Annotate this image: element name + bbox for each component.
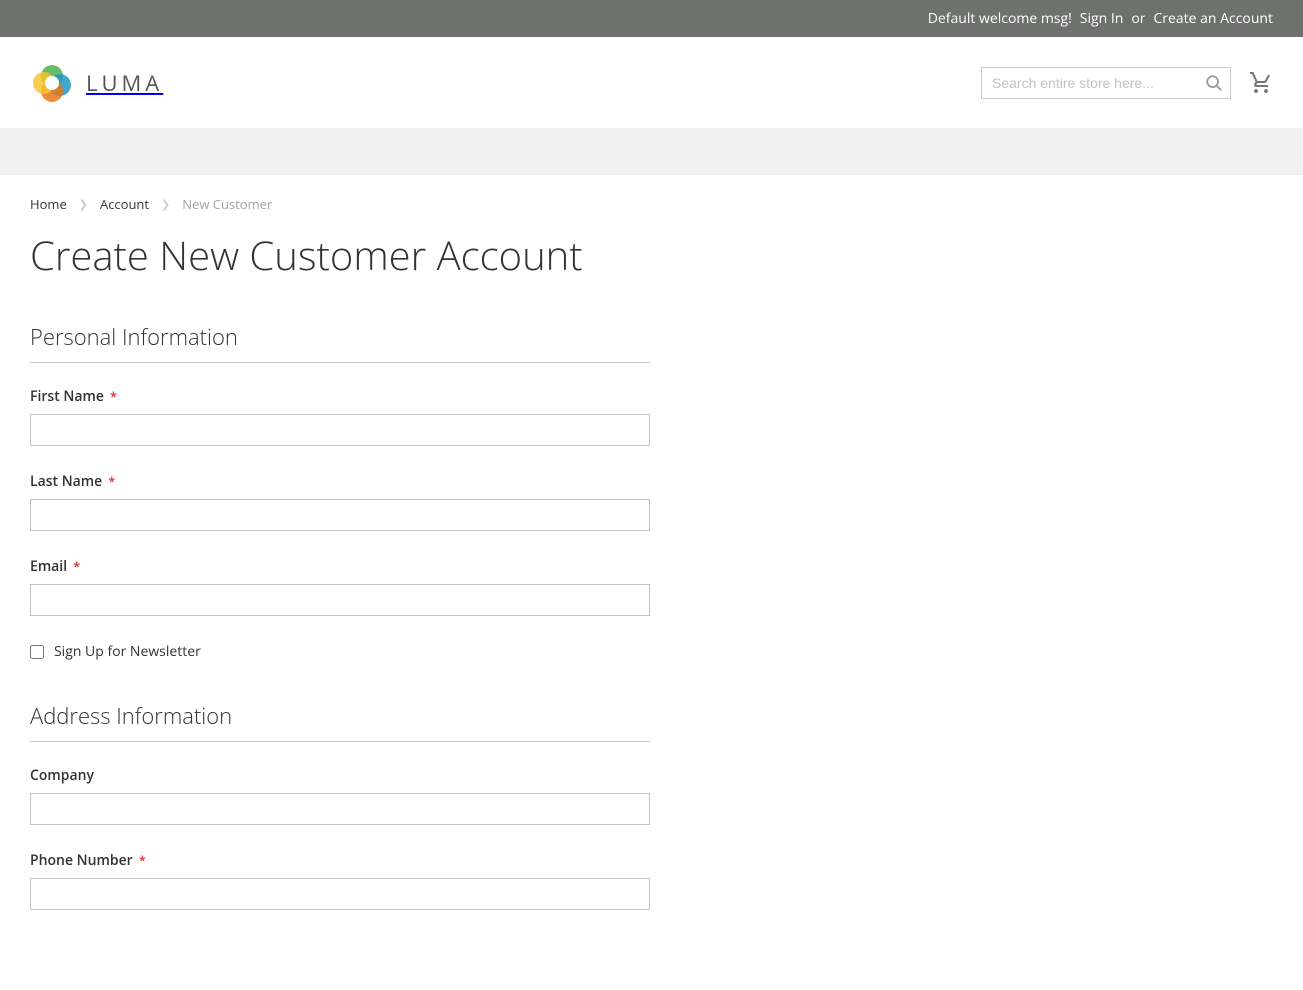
newsletter-checkbox[interactable] xyxy=(30,645,44,659)
email-field[interactable] xyxy=(30,584,650,616)
first-name-label: First Name xyxy=(30,387,650,406)
company-label: Company xyxy=(30,766,650,785)
address-info-section: Address Information Company Phone Number xyxy=(30,701,650,910)
search-input[interactable] xyxy=(981,67,1231,99)
breadcrumb-account[interactable]: Account xyxy=(100,195,149,213)
personal-section-heading: Personal Information xyxy=(30,322,650,363)
welcome-message: Default welcome msg! xyxy=(928,9,1072,28)
header: LUMA xyxy=(0,37,1303,128)
phone-label: Phone Number xyxy=(30,851,650,870)
breadcrumb: Home ❯ Account ❯ New Customer xyxy=(30,195,1273,213)
top-banner: Default welcome msg! Sign In or Create a… xyxy=(0,0,1303,37)
cart-icon[interactable] xyxy=(1249,71,1273,95)
last-name-label: Last Name xyxy=(30,472,650,491)
company-field[interactable] xyxy=(30,793,650,825)
luma-logo-icon xyxy=(30,61,74,105)
last-name-field[interactable] xyxy=(30,499,650,531)
search-icon[interactable] xyxy=(1205,74,1223,92)
first-name-field[interactable] xyxy=(30,414,650,446)
address-section-heading: Address Information xyxy=(30,701,650,742)
or-text: or xyxy=(1131,9,1145,28)
personal-info-section: Personal Information First Name Last Nam… xyxy=(30,322,650,661)
last-name-field-wrap: Last Name xyxy=(30,472,650,531)
newsletter-field-wrap: Sign Up for Newsletter xyxy=(30,642,650,661)
chevron-right-icon: ❯ xyxy=(161,197,170,212)
breadcrumb-current: New Customer xyxy=(182,195,272,213)
email-field-wrap: Email xyxy=(30,557,650,616)
sign-in-link[interactable]: Sign In xyxy=(1080,9,1124,28)
create-account-link[interactable]: Create an Account xyxy=(1153,9,1273,28)
chevron-right-icon: ❯ xyxy=(79,197,88,212)
email-label: Email xyxy=(30,557,650,576)
breadcrumb-home[interactable]: Home xyxy=(30,195,67,213)
search-wrap xyxy=(981,67,1231,99)
content: Home ❯ Account ❯ New Customer Create New… xyxy=(0,175,1303,990)
header-right xyxy=(981,67,1273,99)
logo-text: LUMA xyxy=(86,68,163,98)
nav-bar xyxy=(0,128,1303,175)
first-name-field-wrap: First Name xyxy=(30,387,650,446)
logo-link[interactable]: LUMA xyxy=(30,61,163,105)
company-field-wrap: Company xyxy=(30,766,650,825)
newsletter-label: Sign Up for Newsletter xyxy=(54,642,201,661)
phone-field[interactable] xyxy=(30,878,650,910)
page-title: Create New Customer Account xyxy=(30,227,1273,282)
